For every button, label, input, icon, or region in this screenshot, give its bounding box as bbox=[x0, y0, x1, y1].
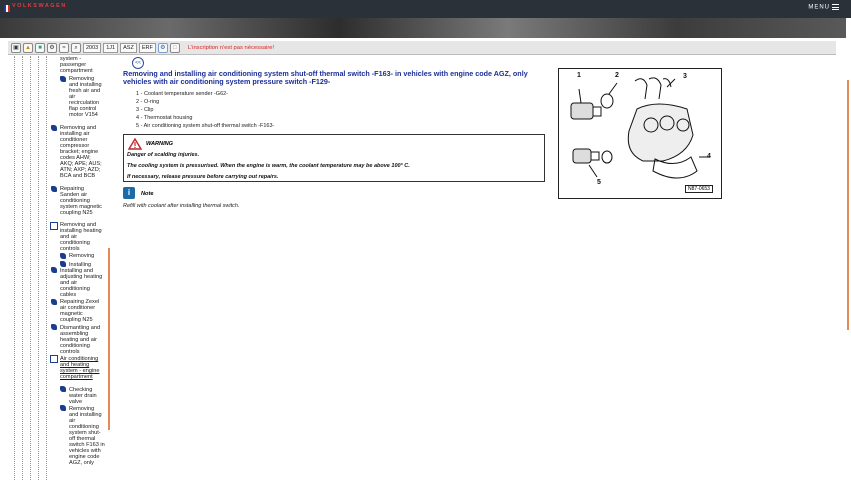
tree-node[interactable]: Removing and installing air conditioning… bbox=[69, 406, 105, 466]
warning-icon[interactable]: ▲ bbox=[23, 42, 33, 53]
open-book-icon bbox=[50, 222, 58, 230]
year-field[interactable]: 2003 bbox=[83, 42, 102, 53]
tree-guide bbox=[38, 56, 39, 480]
warning-line: The cooling system is pressurised. When … bbox=[127, 163, 410, 169]
page-title: Removing and installing air conditioning… bbox=[123, 69, 528, 86]
tree-guide bbox=[22, 56, 23, 480]
toolbar: ▣ ▲ ■ ⚙ ≈ ⌕ 2003 1J1 ASZ ERF ⚙ □ L'inscr… bbox=[8, 41, 836, 55]
top-bar: VOLKSWAGEN MENU bbox=[0, 0, 851, 18]
callout-label: 4 bbox=[707, 153, 711, 160]
book-icon bbox=[60, 253, 66, 259]
clear-icon[interactable]: □ bbox=[169, 42, 180, 53]
legend-item: 4 - Thermostat housing bbox=[136, 115, 193, 121]
legend-item: 5 - Air conditioning system shut-off the… bbox=[136, 123, 275, 129]
tree-node-current[interactable]: Air conditioning and heating system - en… bbox=[60, 356, 104, 380]
warning-line: Danger of scalding injuries. bbox=[127, 152, 200, 158]
engine-icon[interactable]: ■ bbox=[35, 42, 45, 53]
car-icon[interactable]: ▣ bbox=[11, 42, 21, 53]
callout-label: 5 bbox=[597, 179, 601, 186]
warning-line: If necessary, release pressure before ca… bbox=[127, 174, 279, 180]
menu-button[interactable]: MENU bbox=[808, 4, 839, 11]
hamburger-icon bbox=[832, 4, 839, 10]
figure-code: N87-0653 bbox=[685, 185, 713, 193]
tree-node[interactable]: Removing and installing heating and air … bbox=[60, 222, 104, 252]
model-field[interactable]: 1J1 bbox=[103, 42, 119, 53]
book-icon bbox=[60, 405, 66, 411]
book-icon bbox=[51, 299, 57, 305]
wiring-icon[interactable]: ≈ bbox=[59, 42, 69, 53]
tree-node[interactable]: Removing bbox=[69, 253, 105, 259]
tree-node[interactable]: Repairing Zexel air conditioner magnetic… bbox=[60, 299, 104, 323]
book-icon bbox=[51, 267, 57, 273]
tree-node[interactable]: Checking water drain valve bbox=[69, 387, 105, 405]
thermostat-housing-drawing bbox=[570, 77, 709, 179]
book-icon bbox=[51, 125, 57, 131]
tree-node[interactable]: Installing and adjusting heating and air… bbox=[60, 268, 104, 298]
book-icon bbox=[51, 324, 57, 330]
settings-icon[interactable]: ⚙ bbox=[157, 42, 168, 53]
header-banner-image bbox=[0, 18, 846, 38]
tree-guide bbox=[46, 56, 47, 480]
note-text: Refill with coolant after installing the… bbox=[123, 203, 240, 209]
warning-box: WARNING Danger of scalding injuries. The… bbox=[123, 134, 545, 182]
component-diagram: 1 2 3 4 5 N87-0653 bbox=[558, 68, 722, 199]
engine-field[interactable]: ASZ bbox=[120, 42, 137, 53]
warning-triangle-icon bbox=[128, 138, 142, 150]
gearbox-field[interactable]: ERF bbox=[138, 42, 156, 53]
book-icon bbox=[60, 386, 66, 392]
search-icon[interactable]: ⌕ bbox=[71, 42, 81, 53]
open-book-icon bbox=[50, 355, 58, 363]
main-scrollbar[interactable] bbox=[847, 80, 849, 330]
legend-list: 1 - Coolant temperature sender -G62- 2 -… bbox=[136, 90, 274, 130]
tree-node[interactable]: Repairing Sanden air conditioning system… bbox=[60, 186, 104, 216]
registration-notice: L'inscription n'est pas nécessaire! bbox=[187, 44, 275, 51]
book-icon bbox=[51, 186, 57, 192]
menu-label: MENU bbox=[808, 4, 830, 11]
back-button[interactable]: << bbox=[132, 57, 144, 69]
book-icon bbox=[60, 261, 66, 267]
tree-node[interactable]: Removing and installing air conditioner … bbox=[60, 125, 104, 179]
callout-label: 1 bbox=[577, 72, 581, 79]
gearbox-icon[interactable]: ⚙ bbox=[47, 42, 57, 53]
note-title: Note bbox=[141, 191, 154, 197]
brand-logo-text: VOLKSWAGEN bbox=[12, 3, 67, 9]
info-icon: i bbox=[123, 187, 135, 199]
callout-label: 2 bbox=[615, 72, 619, 79]
tree-guide bbox=[14, 56, 15, 480]
tree-node[interactable]: Dismantling and assembling heating and a… bbox=[60, 325, 104, 355]
tree-scrollbar[interactable] bbox=[108, 248, 110, 430]
tree-node[interactable]: system - passenger compartment bbox=[60, 56, 104, 74]
legend-item: 2 - O-ring bbox=[136, 99, 160, 105]
legend-item: 3 - Clip bbox=[136, 107, 154, 113]
flag-icon bbox=[4, 5, 11, 12]
callout-label: 3 bbox=[683, 73, 687, 80]
warning-title: WARNING bbox=[146, 141, 174, 147]
book-icon bbox=[60, 76, 66, 82]
navigation-tree: system - passenger compartment Removing … bbox=[8, 56, 112, 480]
tree-node[interactable]: Removing and installing fresh air and ai… bbox=[69, 76, 105, 118]
legend-item: 1 - Coolant temperature sender -G62- bbox=[136, 91, 229, 97]
tree-guide bbox=[30, 56, 31, 480]
